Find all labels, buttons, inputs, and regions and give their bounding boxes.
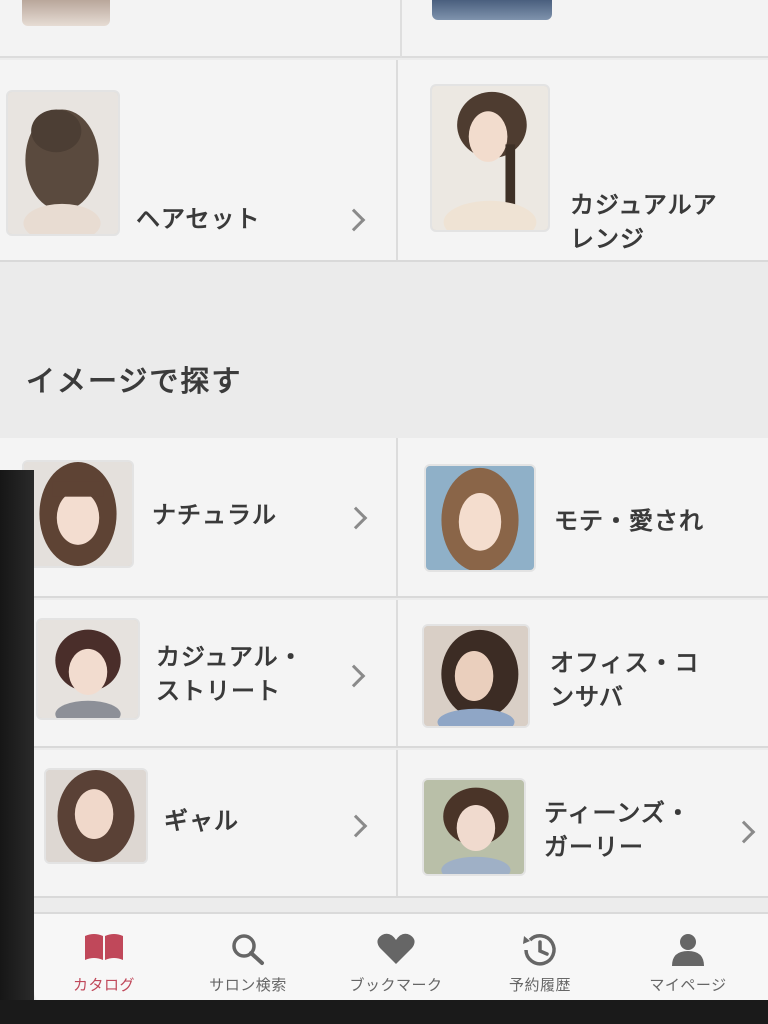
tab-bookmark[interactable]: ブックマーク (326, 914, 466, 1002)
hairstyle-photo (36, 618, 140, 720)
clock-icon (520, 932, 560, 972)
divider (400, 0, 402, 58)
bottom-tab-bar: カタログ サロン検索 ブックマーク 予約履歴 マイページ (34, 912, 768, 1012)
tab-label: 予約履歴 (508, 976, 571, 994)
image-row: ギャル ティーンズ・ ガーリー (0, 750, 768, 898)
chevron-right-icon (342, 664, 366, 688)
thumbnail (22, 0, 110, 26)
image-item-label: モテ・愛され (554, 507, 704, 535)
tab-catalog[interactable]: カタログ (34, 914, 174, 1002)
section-title: イメージで探す (26, 364, 243, 398)
image-row: ナチュラル モテ・愛され (0, 438, 768, 598)
tab-salon-search[interactable]: サロン検索 (178, 914, 318, 1002)
hairstyle-photo (424, 464, 536, 572)
tab-label: マイページ (649, 976, 727, 994)
image-item-label: オフィス・コ ンサバ (550, 649, 700, 711)
image-item-label: ティーンズ・ ガーリー (544, 799, 691, 861)
tab-reservation-history[interactable]: 予約履歴 (470, 914, 610, 1002)
hairstyle-photo (6, 90, 120, 236)
book-icon (83, 932, 125, 966)
chevron-right-icon (342, 208, 366, 232)
device-bezel (0, 1000, 768, 1024)
catalog-item-label: ヘアセット (136, 205, 261, 233)
tab-label: サロン検索 (209, 976, 287, 994)
search-icon (230, 932, 266, 970)
image-item-casual-street[interactable]: カジュアル・ ストリート (0, 600, 398, 746)
catalog-item-label: カジュアルア レンジ (570, 191, 718, 253)
heart-icon (376, 932, 416, 970)
hairstyle-photo (22, 460, 134, 568)
chevron-right-icon (344, 814, 368, 838)
person-icon (669, 932, 707, 972)
image-item-natural[interactable]: ナチュラル (0, 438, 398, 596)
device-bezel (0, 470, 34, 1024)
image-item-gal[interactable]: ギャル (0, 750, 398, 896)
hairstyle-photo (422, 778, 526, 876)
image-row: カジュアル・ ストリート オフィス・コ ンサバ (0, 600, 768, 748)
thumbnail (432, 0, 552, 20)
catalog-item-hair-set[interactable]: ヘアセット (0, 60, 398, 260)
image-item-label: ギャル (164, 807, 239, 835)
app-screen: ヘアセット カジュアルア レンジ イメージで探す ナチュラル モテ・愛され カジ… (0, 0, 768, 1024)
tab-my-page[interactable]: マイページ (618, 914, 758, 1002)
hairstyle-photo (422, 624, 530, 728)
previous-row-remnant (0, 0, 768, 58)
catalog-item-casual-arrange[interactable]: カジュアルア レンジ (400, 60, 768, 260)
chevron-right-icon (344, 506, 368, 530)
catalog-row: ヘアセット カジュアルア レンジ (0, 60, 768, 262)
image-item-teens-girly[interactable]: ティーンズ・ ガーリー (400, 750, 768, 896)
hairstyle-photo (44, 768, 148, 864)
image-item-label: ナチュラル (152, 501, 277, 529)
section-header (0, 262, 768, 438)
image-item-label: カジュアル・ ストリート (156, 643, 304, 705)
tab-label: カタログ (72, 976, 135, 994)
tab-label: ブックマーク (349, 976, 443, 994)
chevron-right-icon (732, 820, 756, 844)
image-item-office-consaba[interactable]: オフィス・コ ンサバ (400, 600, 768, 746)
image-item-mote-aisare[interactable]: モテ・愛され (400, 438, 768, 596)
hairstyle-photo (430, 84, 550, 232)
